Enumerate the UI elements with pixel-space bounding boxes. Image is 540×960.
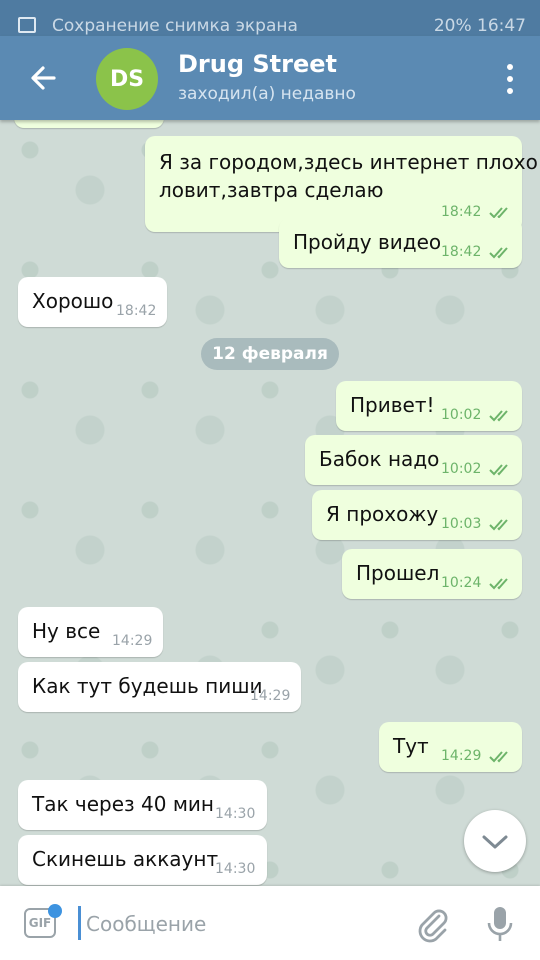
message-time: 14:30 bbox=[215, 861, 256, 877]
message-text: Как тут будешь пиши bbox=[32, 674, 263, 698]
double-check-icon bbox=[489, 519, 508, 531]
avatar-initials: DS bbox=[109, 66, 145, 92]
message-time: 10:02 bbox=[441, 407, 482, 423]
message-time: 10:02 bbox=[441, 461, 482, 477]
message-text: Хорошо bbox=[32, 289, 114, 313]
message-time: 14:29 bbox=[441, 748, 482, 764]
message-text: Скинешь аккаунт bbox=[32, 847, 219, 871]
arrow-left-icon bbox=[31, 66, 56, 90]
message-text: Тут bbox=[393, 734, 429, 758]
status-right-text: 20% 16:47 bbox=[433, 16, 526, 36]
message-composer: GIF bbox=[0, 886, 540, 960]
status-bar: Сохранение снимка экрана 20% 16:47 bbox=[0, 0, 540, 36]
message-time: 14:29 bbox=[112, 633, 153, 649]
gif-badge bbox=[48, 904, 62, 918]
microphone-icon bbox=[487, 907, 513, 941]
message-text-line2: ловит,завтра сделаю bbox=[159, 178, 384, 202]
message-text: Я прохожу bbox=[326, 502, 439, 526]
double-check-icon bbox=[489, 464, 508, 476]
message-bubble-incoming[interactable]: Хорошо 18:42 bbox=[18, 277, 167, 327]
message-bubble-outgoing[interactable]: Пройду видео 18:42 bbox=[279, 218, 522, 268]
message-text: Бабок надо bbox=[319, 447, 440, 471]
message-text: Ну все bbox=[32, 619, 101, 643]
message-input[interactable] bbox=[84, 904, 408, 944]
message-text: Пройду видео bbox=[293, 230, 442, 254]
message-time: 18:42 bbox=[441, 244, 482, 260]
screenshot-icon bbox=[18, 17, 36, 33]
message-bubble-outgoing[interactable]: Бабок надо 10:02 bbox=[305, 435, 522, 485]
chat-title[interactable]: Drug Street bbox=[178, 50, 337, 78]
message-bubble-partial bbox=[14, 120, 164, 128]
gif-label: GIF bbox=[28, 916, 52, 930]
scroll-down-button[interactable] bbox=[464, 810, 526, 872]
message-text: Прошел bbox=[356, 561, 440, 585]
double-check-icon bbox=[489, 410, 508, 422]
more-vertical-icon bbox=[507, 64, 513, 70]
microphone-button[interactable] bbox=[482, 904, 518, 944]
message-bubble-incoming[interactable]: Как тут будешь пиши 14:29 bbox=[18, 662, 301, 712]
more-menu-button[interactable] bbox=[502, 64, 518, 94]
message-bubble-outgoing[interactable]: Прошел 10:24 bbox=[342, 549, 522, 599]
paperclip-icon bbox=[418, 909, 448, 943]
message-bubble-outgoing[interactable]: Я прохожу 10:03 bbox=[312, 490, 522, 540]
message-text: Я за городом,здесь интернет плохо bbox=[159, 150, 538, 174]
double-check-icon bbox=[489, 247, 508, 259]
message-list[interactable]: Я за городом,здесь интернет плохо ловит,… bbox=[0, 120, 540, 886]
message-bubble-incoming[interactable]: Так через 40 мин 14:30 bbox=[18, 780, 267, 830]
chevron-down-icon bbox=[482, 835, 508, 849]
message-bubble-incoming[interactable]: Скинешь аккаунт 14:30 bbox=[18, 835, 267, 885]
date-separator: 12 февраля bbox=[201, 338, 339, 370]
double-check-icon bbox=[489, 578, 508, 590]
message-time: 14:30 bbox=[215, 806, 256, 822]
avatar[interactable]: DS bbox=[96, 48, 158, 110]
status-notification-text: Сохранение снимка экрана bbox=[52, 16, 298, 36]
message-text: Привет! bbox=[350, 393, 435, 417]
message-text: Так через 40 мин bbox=[32, 792, 214, 816]
message-time: 10:03 bbox=[441, 516, 482, 532]
message-time: 10:24 bbox=[441, 575, 482, 591]
attach-button[interactable] bbox=[412, 904, 452, 944]
message-bubble-outgoing[interactable]: Тут 14:29 bbox=[379, 722, 522, 772]
text-cursor bbox=[78, 906, 81, 940]
message-time: 14:29 bbox=[250, 688, 291, 704]
message-bubble-outgoing[interactable]: Привет! 10:02 bbox=[336, 381, 522, 431]
chat-status: заходил(а) недавно bbox=[178, 84, 356, 104]
back-button[interactable] bbox=[24, 56, 68, 100]
double-check-icon bbox=[489, 751, 508, 763]
message-time: 18:42 bbox=[116, 303, 157, 319]
chat-header: DS Drug Street заходил(а) недавно bbox=[0, 36, 540, 120]
message-bubble-incoming[interactable]: Ну все 14:29 bbox=[18, 607, 163, 657]
